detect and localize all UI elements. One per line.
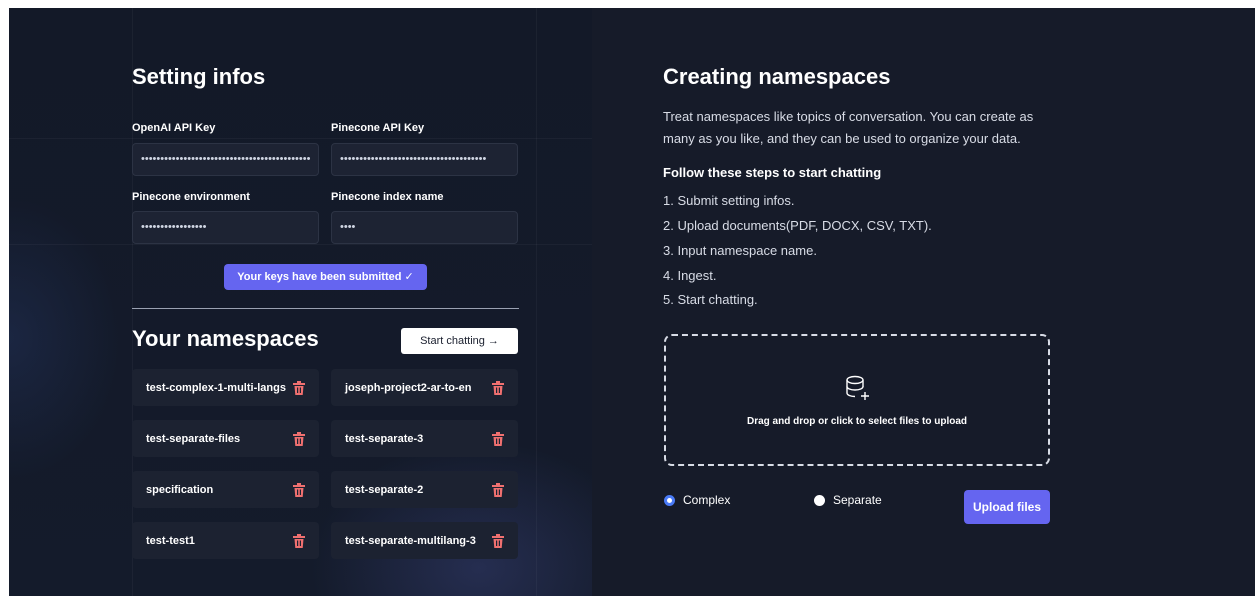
step-item: 2. Upload documents(PDF, DOCX, CSV, TXT)… bbox=[663, 218, 932, 233]
radio-unselected-icon bbox=[814, 494, 825, 506]
trash-icon[interactable] bbox=[293, 380, 305, 395]
app-window: Setting infos OpenAI API Key •••••••••••… bbox=[9, 8, 1255, 596]
database-add-icon bbox=[844, 374, 872, 407]
pinecone-env-label: Pinecone environment bbox=[132, 191, 250, 203]
mode-complex-label: Complex bbox=[683, 493, 731, 507]
namespace-name: test-separate-files bbox=[146, 432, 241, 445]
section-divider bbox=[132, 308, 519, 309]
namespaces-title: Your namespaces bbox=[132, 326, 319, 351]
namespace-item[interactable]: test-test1 bbox=[132, 522, 319, 559]
pinecone-key-label: Pinecone API Key bbox=[331, 122, 425, 134]
step-item: 5. Start chatting. bbox=[663, 292, 758, 307]
step-item: 3. Input namespace name. bbox=[663, 243, 817, 258]
create-namespace-panel: Creating namespaces Treat namespaces lik… bbox=[592, 8, 1255, 596]
pinecone-env-input[interactable]: ••••••••••••••••• bbox=[132, 211, 319, 244]
openai-key-label: OpenAI API Key bbox=[132, 122, 216, 134]
namespace-item[interactable]: test-complex-1-multi-langs bbox=[132, 369, 319, 406]
upload-files-button[interactable]: Upload files bbox=[964, 490, 1050, 524]
mode-separate-radio[interactable]: Separate bbox=[814, 493, 882, 507]
namespace-item[interactable]: test-separate-multilang-3 bbox=[331, 522, 518, 559]
keys-submitted-button[interactable]: Your keys have been submitted ✓ bbox=[224, 264, 427, 290]
file-dropzone[interactable]: Drag and drop or click to select files t… bbox=[664, 334, 1050, 466]
settings-title: Setting infos bbox=[132, 64, 266, 89]
namespace-name: test-complex-1-multi-langs bbox=[146, 381, 286, 394]
pinecone-index-input[interactable]: •••• bbox=[331, 211, 518, 244]
mode-separate-label: Separate bbox=[833, 493, 882, 507]
namespace-name: specification bbox=[146, 483, 214, 496]
pinecone-index-label: Pinecone index name bbox=[331, 191, 444, 203]
openai-key-input[interactable]: ••••••••••••••••••••••••••••••••••••••••… bbox=[132, 143, 319, 176]
namespace-name: test-test1 bbox=[146, 534, 195, 547]
namespace-name: test-separate-multilang-3 bbox=[345, 534, 476, 547]
namespace-name: test-separate-2 bbox=[345, 483, 424, 496]
step-item: 4. Ingest. bbox=[663, 268, 717, 283]
background-grid-line bbox=[9, 244, 592, 245]
start-chatting-button[interactable]: Start chatting → bbox=[401, 328, 518, 354]
steps-heading: Follow these steps to start chatting bbox=[663, 165, 882, 180]
trash-icon[interactable] bbox=[492, 431, 504, 446]
namespace-item[interactable]: specification bbox=[132, 471, 319, 508]
dropzone-text: Drag and drop or click to select files t… bbox=[746, 416, 968, 427]
namespace-item[interactable]: test-separate-files bbox=[132, 420, 319, 457]
creating-title: Creating namespaces bbox=[663, 64, 891, 89]
namespace-item[interactable]: test-separate-2 bbox=[331, 471, 518, 508]
settings-panel: Setting infos OpenAI API Key •••••••••••… bbox=[9, 8, 592, 596]
trash-icon[interactable] bbox=[293, 482, 305, 497]
trash-icon[interactable] bbox=[492, 380, 504, 395]
background-grid-line bbox=[132, 8, 133, 596]
trash-icon[interactable] bbox=[492, 482, 504, 497]
namespace-item[interactable]: test-separate-3 bbox=[331, 420, 518, 457]
trash-icon[interactable] bbox=[293, 431, 305, 446]
radio-selected-icon bbox=[664, 494, 675, 506]
namespace-name: joseph-project2-ar-to-en bbox=[345, 381, 472, 394]
mode-complex-radio[interactable]: Complex bbox=[664, 493, 730, 507]
creating-description: Treat namespaces like topics of conversa… bbox=[663, 109, 1034, 146]
namespace-item[interactable]: joseph-project2-ar-to-en bbox=[331, 369, 518, 406]
trash-icon[interactable] bbox=[492, 533, 504, 548]
namespace-name: test-separate-3 bbox=[345, 432, 424, 445]
trash-icon[interactable] bbox=[293, 533, 305, 548]
step-item: 1. Submit setting infos. bbox=[663, 193, 795, 208]
background-grid-line bbox=[9, 138, 592, 139]
pinecone-key-input[interactable]: •••••••••••••••••••••••••••••••••••••• bbox=[331, 143, 518, 176]
background-grid-line bbox=[536, 8, 537, 596]
